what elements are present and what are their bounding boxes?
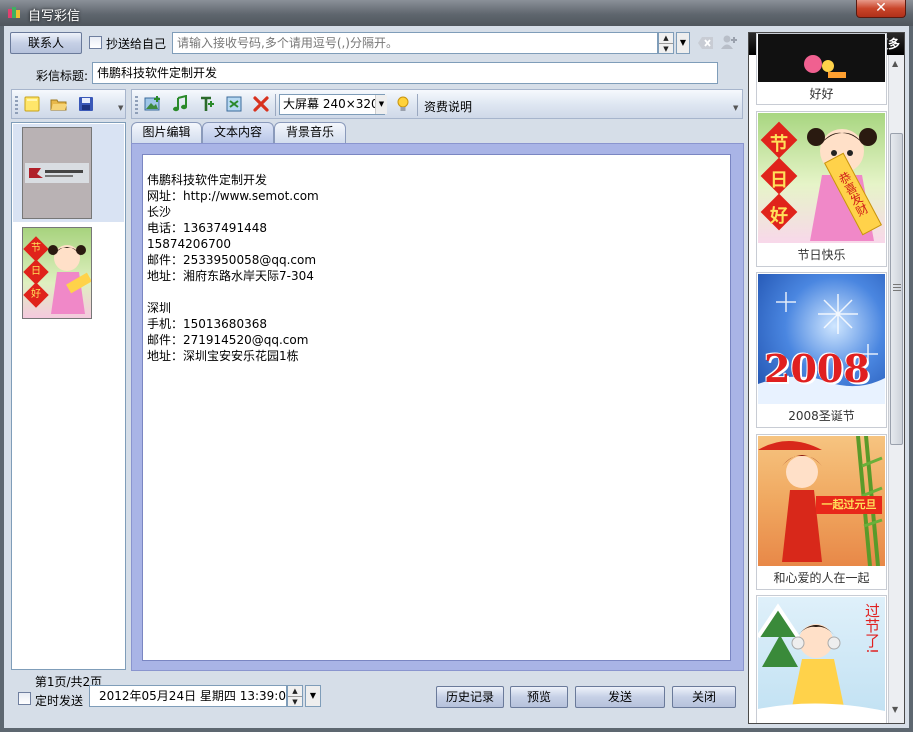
datetime-dropdown-button[interactable]: ▼: [305, 685, 321, 707]
app-icon: [8, 7, 20, 18]
add-recipient-icon[interactable]: [720, 34, 738, 50]
toolbar-overflow-icon[interactable]: ▼: [733, 104, 739, 116]
gallery-card[interactable]: 过节了!: [756, 595, 887, 723]
gallery-scrollbar[interactable]: ▲ ▼: [888, 55, 904, 723]
datetime-spinner[interactable]: ▲ ▼: [287, 685, 303, 707]
toolbar-separator: [417, 94, 418, 116]
history-button[interactable]: 历史记录: [436, 686, 504, 708]
gallery-card-caption: 节日快乐: [797, 248, 846, 262]
preview-button[interactable]: 预览: [510, 686, 568, 708]
screen-size-value: 大屏幕 240×320: [283, 97, 379, 111]
gallery-card-caption: 好好: [809, 87, 834, 101]
timed-send-checkbox[interactable]: [18, 692, 31, 705]
scroll-down-icon[interactable]: ▼: [892, 705, 898, 714]
mms-gallery-panel: 彩信 更多 好好 节 日 好: [748, 32, 905, 724]
tariff-link[interactable]: 资费说明: [424, 98, 472, 115]
file-toolbar: ▼: [11, 89, 126, 119]
open-folder-icon[interactable]: [50, 95, 68, 113]
window-client: 联系人 抄送给自己 请输入接收号码,多个请用逗号(,)分隔开。 ▲ ▼ ▼ 彩信…: [4, 26, 909, 728]
cc-self-label: 抄送给自己: [106, 37, 167, 51]
gallery-card-image: 2008: [758, 274, 885, 404]
screen-size-select[interactable]: 大屏幕 240×320: [279, 94, 385, 115]
thumb-char: 节: [31, 243, 41, 254]
insert-text-icon[interactable]: [198, 95, 216, 113]
thumb-char: 好: [31, 289, 41, 300]
toolbar-grip[interactable]: [135, 96, 138, 114]
cc-self-checkbox[interactable]: [89, 36, 102, 49]
recipient-input[interactable]: 请输入接收号码,多个请用逗号(,)分隔开。: [172, 32, 658, 54]
tab-text-content[interactable]: 文本内容: [202, 122, 274, 143]
card-greeting: 过节了!: [863, 603, 881, 655]
card-char: 日: [770, 170, 788, 191]
spin-down-icon[interactable]: ▼: [288, 696, 302, 706]
toolbar-grip[interactable]: [15, 96, 18, 114]
window-close-button[interactable]: ✕: [856, 0, 906, 18]
replace-image-icon[interactable]: [225, 95, 243, 113]
new-page-icon[interactable]: [23, 95, 41, 113]
card-banner: 一起过元旦: [816, 496, 882, 514]
toolbar-overflow-icon[interactable]: ▼: [118, 104, 124, 116]
spin-up-icon[interactable]: ▲: [288, 686, 302, 696]
festival-girl-icon: [48, 245, 91, 314]
insert-image-icon[interactable]: [144, 95, 162, 113]
edit-toolbar: 大屏幕 240×320 ▼ 资费说明 ▼: [131, 89, 743, 119]
gallery-card-image: 过节了!: [758, 597, 885, 723]
title-bar: 自写彩信 ✕: [0, 0, 913, 26]
subject-input[interactable]: 伟鹏科技软件定制开发: [92, 62, 718, 84]
page-thumbnail-2[interactable]: 节 日 好: [22, 227, 92, 319]
recipient-dropdown-button[interactable]: ▼: [676, 32, 690, 54]
tab-image-edit[interactable]: 图片编辑: [131, 122, 202, 143]
screen-size-dropdown-icon[interactable]: ▼: [375, 95, 387, 114]
gallery-card-image: 节 日 好 恭喜发财: [758, 113, 885, 243]
delete-icon[interactable]: [252, 95, 270, 113]
card-char: 好: [770, 206, 788, 227]
close-button[interactable]: 关闭: [672, 686, 736, 708]
send-button[interactable]: 发送: [575, 686, 665, 708]
message-text-editor[interactable]: 伟鹏科技软件定制开发 网址：http://www.semot.com 长沙 电话…: [142, 154, 731, 661]
gallery-card[interactable]: 2008 2008圣诞节: [756, 272, 887, 428]
subject-label: 彩信标题:: [36, 69, 89, 83]
toolbar-separator: [275, 94, 276, 116]
spin-down-icon[interactable]: ▼: [659, 43, 673, 53]
recipient-spinner[interactable]: ▲ ▼: [658, 32, 674, 54]
gallery-card-caption: 和心爱的人在一起: [773, 571, 870, 585]
save-icon[interactable]: [77, 95, 95, 113]
card-year: 2008: [764, 346, 870, 391]
tab-background-music[interactable]: 背景音乐: [274, 122, 346, 143]
clear-recipient-icon[interactable]: [698, 36, 714, 50]
thumb-char: 日: [31, 266, 41, 277]
gallery-scroll-thumb[interactable]: [890, 133, 903, 445]
editor-frame: 伟鹏科技软件定制开发 网址：http://www.semot.com 长沙 电话…: [131, 143, 744, 671]
lightbulb-icon[interactable]: [394, 95, 412, 113]
scroll-up-icon[interactable]: ▲: [892, 59, 898, 68]
card-char: 节: [770, 134, 788, 155]
gallery-card-image: 一起过元旦: [758, 436, 885, 566]
page-thumbnail-1[interactable]: [22, 127, 92, 219]
insert-music-icon[interactable]: [171, 95, 189, 113]
contacts-button[interactable]: 联系人: [10, 32, 82, 54]
cartoon-flower-icon: [804, 55, 846, 78]
gallery-card-image: [758, 34, 885, 82]
gallery-card[interactable]: 节 日 好 恭喜发财 节日快乐: [756, 111, 887, 267]
company-logo-icon: [29, 168, 83, 178]
page-thumbnail-list: 节 日 好: [11, 122, 126, 670]
schedule-datetime-input[interactable]: 2012年05月24日 星期四 13:39:04: [89, 685, 287, 707]
gallery-card-caption: 2008圣诞节: [788, 409, 855, 423]
window-title: 自写彩信: [28, 9, 81, 24]
gallery-card[interactable]: 好好: [756, 33, 887, 105]
recipient-placeholder: 请输入接收号码,多个请用逗号(,)分隔开。: [177, 36, 398, 50]
gallery-card[interactable]: 一起过元旦 和心爱的人在一起: [756, 434, 887, 590]
spin-up-icon[interactable]: ▲: [659, 33, 673, 43]
timed-send-label: 定时发送: [35, 694, 84, 708]
